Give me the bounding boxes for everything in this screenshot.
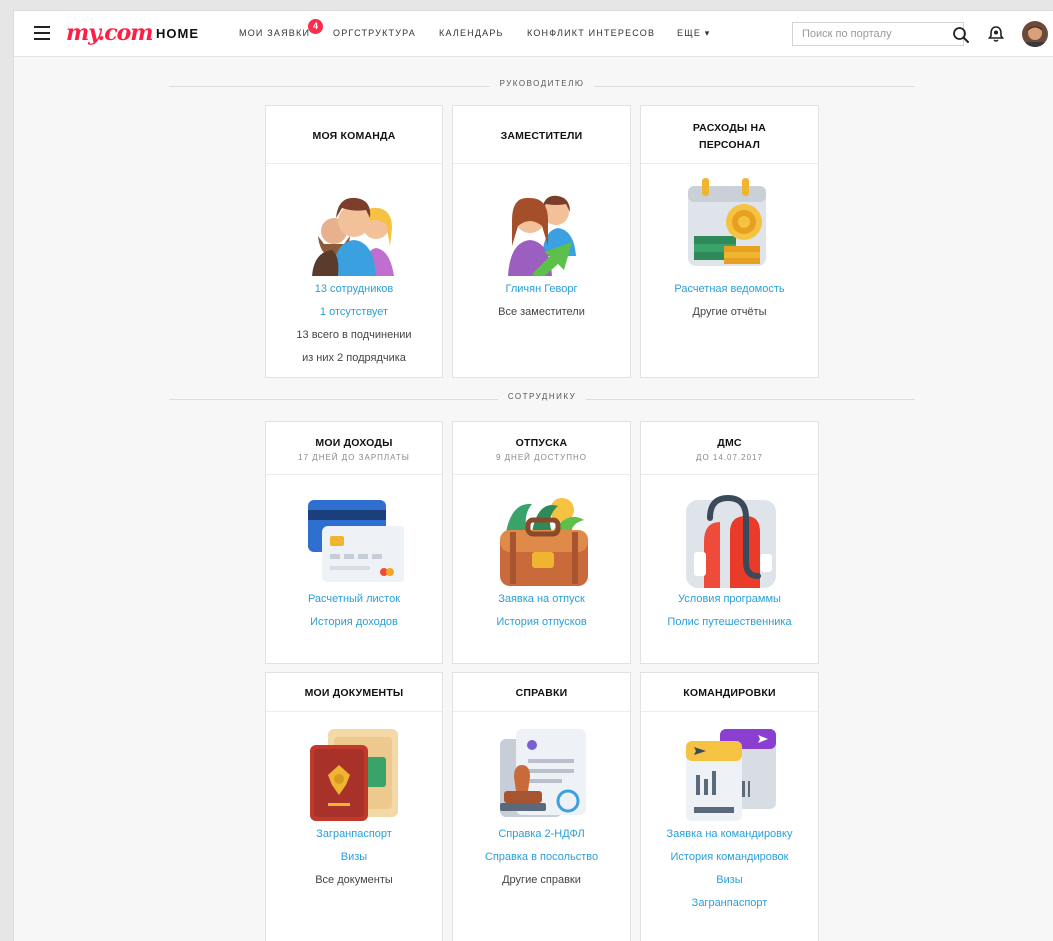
tickets-illustration-icon bbox=[680, 725, 780, 825]
payroll-statement-link[interactable]: Расчетная ведомость bbox=[641, 278, 818, 301]
card-my-documents: МОИ ДОКУМЕНТЫ Загранпаспорт Визы Все док… bbox=[265, 672, 443, 941]
card-links: Справка 2-НДФЛ Справка в посольство Друг… bbox=[453, 823, 630, 892]
stamp-illustration-icon bbox=[492, 725, 592, 825]
all-deputies-link[interactable]: Все заместители bbox=[453, 301, 630, 324]
payroll-illustration-icon bbox=[680, 176, 780, 276]
ndfl-certificate-link[interactable]: Справка 2-НДФЛ bbox=[453, 823, 630, 846]
team-illustration-icon bbox=[304, 176, 404, 276]
travel-policy-link[interactable]: Полис путешественника bbox=[641, 611, 818, 634]
deputy-name-link[interactable]: Гличян Геворг bbox=[453, 278, 630, 301]
section-manager: РУКОВОДИТЕЛЮ bbox=[169, 79, 915, 93]
trip-history-link[interactable]: История командировок bbox=[641, 846, 818, 869]
payslip-link[interactable]: Расчетный листок bbox=[266, 588, 442, 611]
card-certificates: СПРАВКИ Справка 2-НДФЛ Справка в посольс… bbox=[452, 672, 631, 941]
notifications-icon[interactable] bbox=[987, 25, 1005, 43]
trip-request-link[interactable]: Заявка на командировку bbox=[641, 823, 818, 846]
program-terms-link[interactable]: Условия программы bbox=[641, 588, 818, 611]
embassy-certificate-link[interactable]: Справка в посольство bbox=[453, 846, 630, 869]
card-deputies: ЗАМЕСТИТЕЛИ Гличян Геворг Все заместител… bbox=[452, 105, 631, 378]
card-title: РАСХОДЫ НА ПЕРСОНАЛ bbox=[692, 122, 767, 151]
card-links: Условия программы Полис путешественника bbox=[641, 588, 818, 634]
section-employee-title: СОТРУДНИКУ bbox=[497, 392, 587, 401]
requests-count-badge: 4 bbox=[308, 19, 323, 34]
card-title: ЗАМЕСТИТЕЛИ bbox=[500, 130, 583, 142]
card-links: Заявка на командировку История командиро… bbox=[641, 823, 818, 915]
top-bar: my.com HOME МОИ ЗАЯВКИ 4 ОРГСТРУКТУРА КА… bbox=[14, 11, 1053, 57]
all-documents-link[interactable]: Все документы bbox=[266, 869, 442, 892]
visas-link[interactable]: Визы bbox=[266, 846, 442, 869]
deputies-illustration-icon bbox=[492, 176, 592, 280]
bank-cards-illustration-icon bbox=[304, 492, 406, 592]
nav-my-requests[interactable]: МОИ ЗАЯВКИ bbox=[239, 28, 310, 38]
section-manager-title: РУКОВОДИТЕЛЮ bbox=[489, 79, 595, 88]
insurance-illustration-icon bbox=[680, 492, 780, 592]
search-input[interactable] bbox=[792, 22, 964, 46]
card-title: ДМС bbox=[717, 437, 742, 449]
card-links: Расчетный листок История доходов bbox=[266, 588, 442, 634]
card-vacations: ОТПУСКА 9 ДНЕЙ ДОСТУПНО Заявка на отпуск… bbox=[452, 421, 631, 664]
suitcase-illustration-icon bbox=[492, 492, 592, 592]
card-links: Заявка на отпуск История отпусков bbox=[453, 588, 630, 634]
card-my-income: МОИ ДОХОДЫ 17 ДНЕЙ ДО ЗАРПЛАТЫ Расчетный… bbox=[265, 421, 443, 664]
nav-org-structure[interactable]: ОРГСТРУКТУРА bbox=[333, 28, 416, 38]
card-business-trips: КОМАНДИРОВКИ Заявка на командировку Исто… bbox=[640, 672, 819, 941]
vacation-history-link[interactable]: История отпусков bbox=[453, 611, 630, 634]
other-certificates-link[interactable]: Другие справки bbox=[453, 869, 630, 892]
card-title: КОМАНДИРОВКИ bbox=[683, 687, 776, 699]
card-title: ОТПУСКА bbox=[515, 437, 568, 449]
nav-more-dropdown[interactable]: ЕЩЕ ▾ bbox=[677, 28, 710, 39]
section-employee: СОТРУДНИКУ bbox=[169, 392, 915, 406]
card-title: МОИ ДОКУМЕНТЫ bbox=[304, 687, 404, 699]
user-avatar[interactable] bbox=[1022, 21, 1048, 47]
trip-visas-link[interactable]: Визы bbox=[641, 869, 818, 892]
team-employees-link[interactable]: 13 сотрудников bbox=[266, 278, 442, 301]
team-contractors-text: из них 2 подрядчика bbox=[302, 352, 406, 364]
team-total-text: 13 всего в подчинении bbox=[296, 329, 412, 341]
passport-illustration-icon bbox=[304, 725, 404, 825]
card-my-team: МОЯ КОМАНДА 13 сотрудников 1 отсутствует… bbox=[265, 105, 443, 378]
card-title: МОЯ КОМАНДА bbox=[312, 130, 396, 142]
other-reports-link[interactable]: Другие отчёты bbox=[641, 301, 818, 324]
income-history-link[interactable]: История доходов bbox=[266, 611, 442, 634]
card-personnel-expenses: РАСХОДЫ НА ПЕРСОНАЛ Расчетная ведомость … bbox=[640, 105, 819, 378]
card-dms: ДМС ДО 14.07.2017 Условия программы Поли… bbox=[640, 421, 819, 664]
card-subtitle: 17 ДНЕЙ ДО ЗАРПЛАТЫ bbox=[298, 453, 410, 462]
card-title: МОИ ДОХОДЫ bbox=[315, 437, 393, 449]
nav-conflict-of-interest[interactable]: КОНФЛИКТ ИНТЕРЕСОВ bbox=[527, 28, 655, 38]
card-links: Загранпаспорт Визы Все документы bbox=[266, 823, 442, 892]
card-links: Гличян Геворг Все заместители bbox=[453, 278, 630, 324]
card-title: СПРАВКИ bbox=[515, 687, 568, 699]
card-subtitle: ДО 14.07.2017 bbox=[696, 453, 763, 462]
trip-passport-link[interactable]: Загранпаспорт bbox=[641, 892, 818, 915]
team-absent-link[interactable]: 1 отсутствует bbox=[266, 301, 442, 324]
vacation-request-link[interactable]: Заявка на отпуск bbox=[453, 588, 630, 611]
card-links: Расчетная ведомость Другие отчёты bbox=[641, 278, 818, 324]
logo[interactable]: my.com bbox=[66, 20, 154, 46]
nav-calendar[interactable]: КАЛЕНДАРЬ bbox=[439, 28, 504, 38]
menu-icon[interactable] bbox=[34, 26, 50, 40]
card-links: 13 сотрудников 1 отсутствует 13 всего в … bbox=[266, 278, 442, 370]
home-link[interactable]: HOME bbox=[156, 26, 199, 41]
search-icon[interactable] bbox=[952, 26, 970, 44]
foreign-passport-link[interactable]: Загранпаспорт bbox=[266, 823, 442, 846]
portal-window: my.com HOME МОИ ЗАЯВКИ 4 ОРГСТРУКТУРА КА… bbox=[13, 10, 1053, 941]
card-subtitle: 9 ДНЕЙ ДОСТУПНО bbox=[495, 453, 588, 462]
